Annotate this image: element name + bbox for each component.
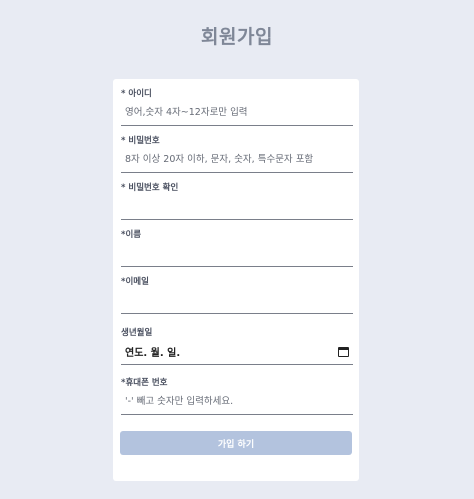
email-label: *이메일 xyxy=(121,277,149,287)
password-input[interactable] xyxy=(121,147,353,173)
birth-date-value: 연도. 월. 일. xyxy=(125,348,181,359)
page-title: 회원가입 xyxy=(201,26,273,48)
password-field-group: * 비밀번호 xyxy=(121,135,353,173)
signup-submit-button[interactable]: 가입 하기 xyxy=(120,431,352,455)
password-confirm-field-group: * 비밀번호 확인 xyxy=(121,182,353,220)
name-input[interactable] xyxy=(121,241,353,267)
password-confirm-input[interactable] xyxy=(121,194,353,220)
email-field-group: *이메일 xyxy=(121,276,353,314)
calendar-icon[interactable] xyxy=(338,346,349,357)
password-confirm-label: * 비밀번호 확인 xyxy=(121,183,179,193)
email-input[interactable] xyxy=(121,288,353,314)
name-field-group: *이름 xyxy=(121,229,353,267)
phone-field-group: *휴대폰 번호 xyxy=(121,377,353,415)
id-field-group: * 아이디 xyxy=(121,88,353,126)
phone-label: *휴대폰 번호 xyxy=(121,378,168,388)
name-label: *이름 xyxy=(121,230,142,240)
birth-field-group: 생년월일 연도. 월. 일. xyxy=(121,327,353,365)
id-label: * 아이디 xyxy=(121,89,152,99)
id-input[interactable] xyxy=(121,100,353,126)
phone-input[interactable] xyxy=(121,389,353,415)
birth-date-input[interactable]: 연도. 월. 일. xyxy=(121,339,353,365)
password-label: * 비밀번호 xyxy=(121,136,160,146)
signup-form: * 아이디 * 비밀번호 * 비밀번호 확인 *이름 *이메일 생년월일 연도.… xyxy=(113,79,359,481)
birth-label: 생년월일 xyxy=(121,328,153,338)
